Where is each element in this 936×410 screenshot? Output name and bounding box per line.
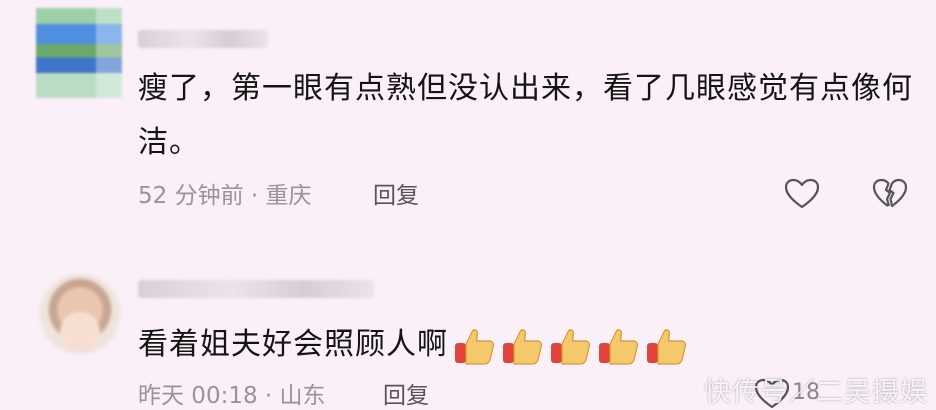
thumbs-up-icon xyxy=(455,328,494,365)
thumbs-up-icon xyxy=(503,328,542,365)
username-blurred[interactable] xyxy=(138,30,268,48)
thumbs-up-icon xyxy=(647,328,686,365)
reply-button[interactable]: 回复 xyxy=(383,376,429,410)
comment-text-content: 看着姐夫好会照顾人啊 xyxy=(138,327,448,362)
avatar[interactable] xyxy=(40,274,120,354)
comment-text: 看着姐夫好会照顾人啊 xyxy=(138,318,918,372)
watermark: 快传号／二吴摄娱 xyxy=(704,377,928,408)
thumbs-up-icon xyxy=(551,328,590,365)
heart-outline-icon[interactable] xyxy=(784,178,820,210)
username-blurred[interactable] xyxy=(138,280,374,298)
thumbs-up-icon xyxy=(599,328,638,365)
comment-time-location: 昨天 00:18 · 山东 xyxy=(138,383,326,409)
reply-button[interactable]: 回复 xyxy=(373,176,419,210)
broken-heart-icon[interactable] xyxy=(872,178,908,210)
comment-time-location: 52 分钟前 · 重庆 xyxy=(138,183,312,209)
emoji-row xyxy=(452,323,690,369)
comment-item: 瘦了，第一眼有点熟但没认出来，看了几眼感觉有点像何洁。 52 分钟前 · 重庆 … xyxy=(0,0,936,250)
comment-text: 瘦了，第一眼有点熟但没认出来，看了几眼感觉有点像何洁。 xyxy=(138,71,913,160)
avatar[interactable] xyxy=(36,8,122,98)
